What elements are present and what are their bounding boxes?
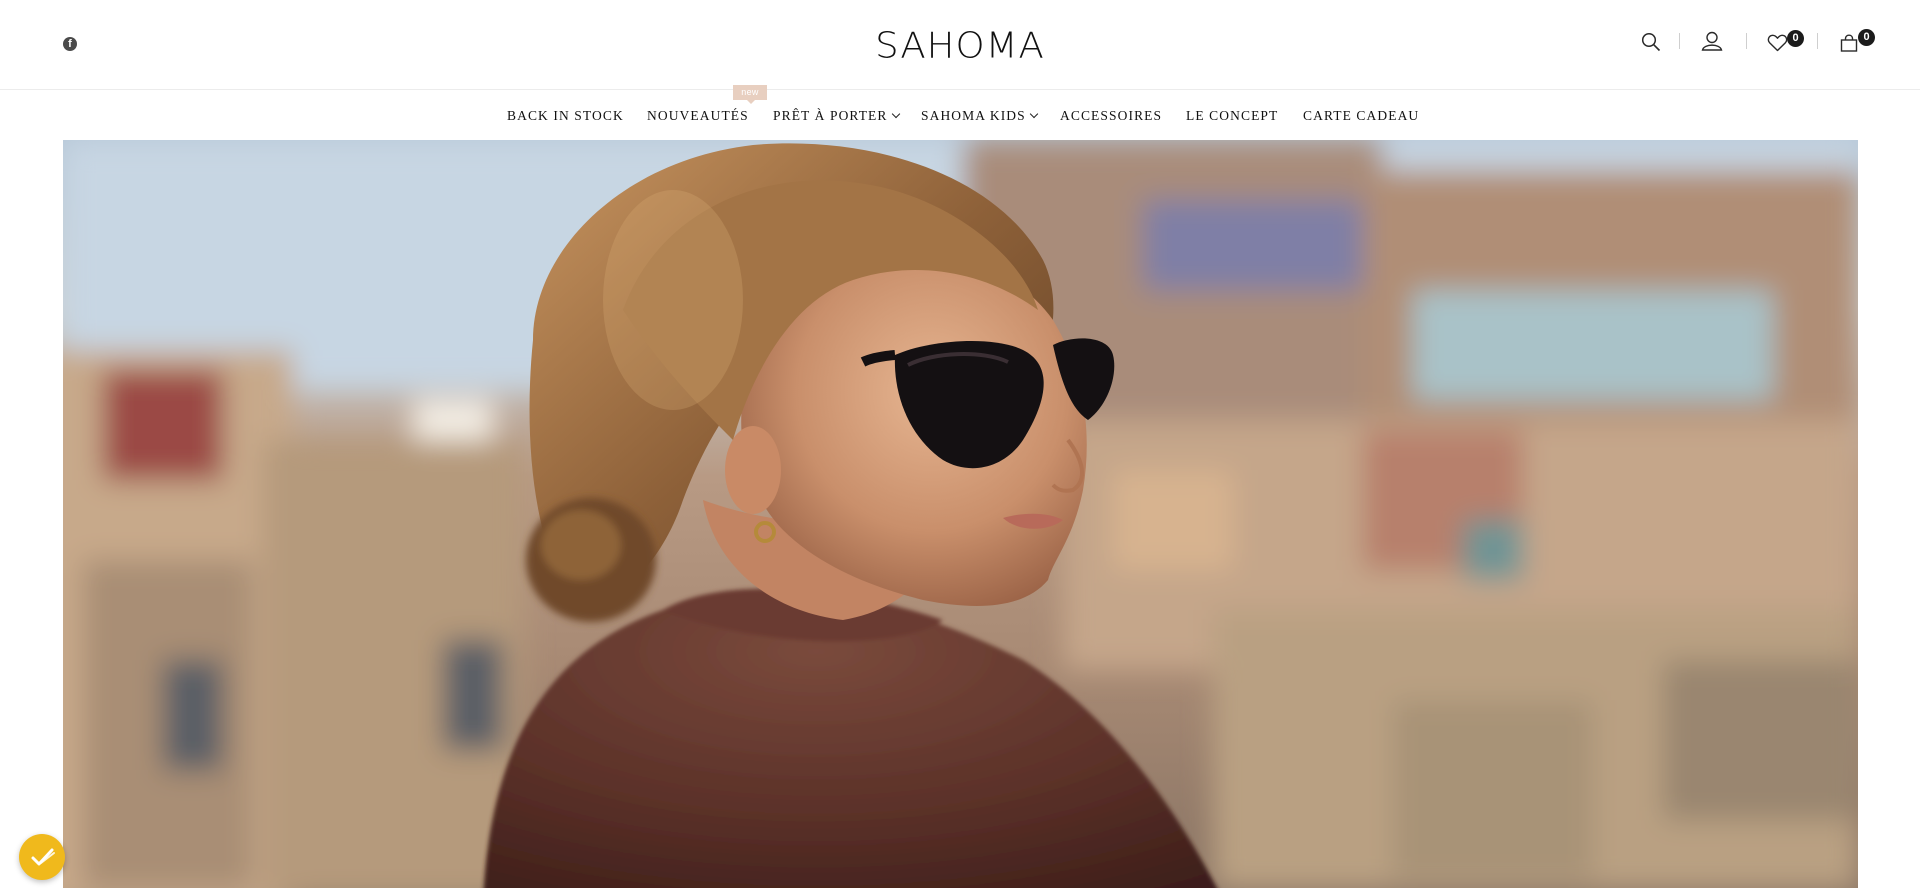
nav-item-label: CARTE CADEAU: [1303, 108, 1420, 123]
nav-item-label: LE CONCEPT: [1186, 108, 1279, 123]
facebook-icon[interactable]: f: [63, 37, 77, 51]
shopping-bag-icon[interactable]: [1840, 34, 1858, 52]
nav-item-label: BACK IN STOCK: [507, 108, 624, 123]
nav-item-label: SAHOMA KIDS: [921, 108, 1026, 123]
nav-item-nouveautes[interactable]: NOUVEAUTÉS: [647, 106, 749, 126]
site-header: f SAHOMA 0 0: [0, 0, 1920, 90]
cart-count-badge: 0: [1858, 29, 1875, 46]
chevron-down-icon: [891, 109, 900, 119]
hero-photo-illustration: [63, 140, 1858, 888]
wishlist-count-badge: 0: [1787, 30, 1804, 47]
chevron-down-icon: [1029, 109, 1038, 119]
nav-item-pret-a-porter[interactable]: PRÊT À PORTER: [773, 106, 900, 126]
user-icon[interactable]: [1701, 31, 1723, 51]
search-icon[interactable]: [1641, 32, 1661, 52]
heart-icon[interactable]: [1767, 34, 1788, 52]
nav-item-label: PRÊT À PORTER: [773, 108, 888, 123]
nav-item-carte-cadeau[interactable]: CARTE CADEAU: [1303, 106, 1419, 126]
nav-item-le-concept[interactable]: LE CONCEPT: [1186, 106, 1278, 126]
hero-banner-image[interactable]: [63, 140, 1858, 888]
main-navigation: BACK IN STOCK NOUVEAUTÉS PRÊT À PORTER S…: [0, 90, 1920, 140]
nav-item-back-in-stock[interactable]: BACK IN STOCK: [507, 106, 624, 126]
header-divider: [1679, 33, 1680, 49]
cookie-consent-icon[interactable]: [19, 834, 65, 880]
brand-logo[interactable]: SAHOMA: [860, 20, 1060, 71]
new-badge: new: [733, 85, 767, 104]
nav-item-label: ACCESSOIRES: [1060, 108, 1163, 123]
nav-item-label: NOUVEAUTÉS: [647, 108, 749, 123]
header-divider: [1746, 33, 1747, 49]
nav-item-accessoires[interactable]: ACCESSOIRES: [1060, 106, 1162, 126]
nav-item-sahoma-kids[interactable]: SAHOMA KIDS: [921, 106, 1038, 126]
header-divider: [1817, 33, 1818, 49]
